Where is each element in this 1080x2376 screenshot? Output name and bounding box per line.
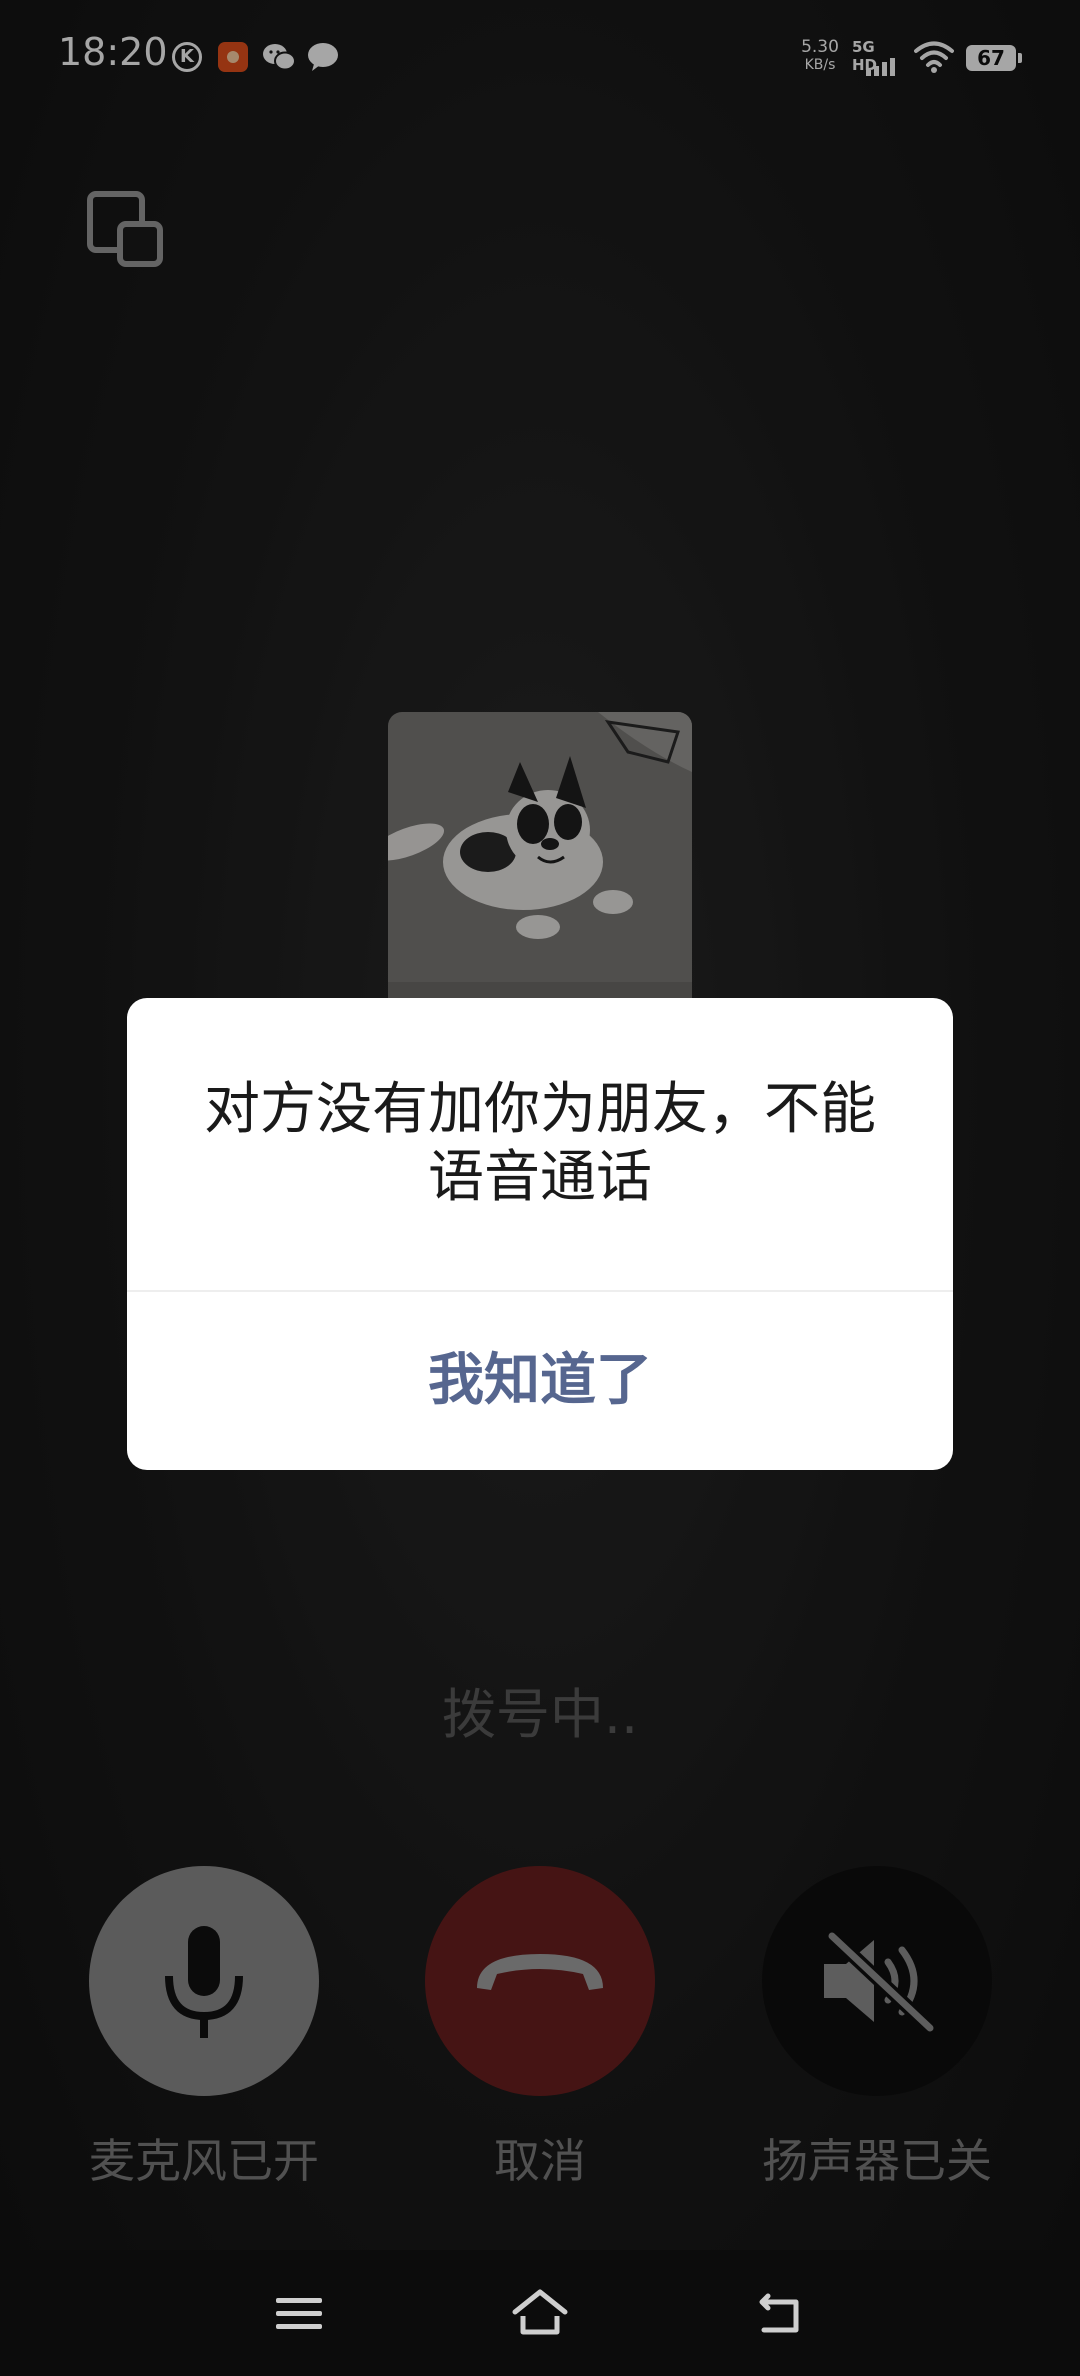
alert-dialog: 对方没有加你为朋友，不能语音通话 我知道了 [127, 998, 953, 1470]
home-icon[interactable] [507, 2280, 573, 2346]
recent-apps-icon[interactable] [266, 2280, 332, 2346]
voice-call-screen: 18:20 K 5.30 KB/s 5G HD 67 拨号中.. 麦克风已开 取… [0, 0, 1080, 2376]
navigation-bar [0, 2250, 1080, 2376]
dialog-message: 对方没有加你为朋友，不能语音通话 [204, 1077, 876, 1210]
back-icon[interactable] [748, 2280, 814, 2346]
dialog-confirm-button[interactable]: 我知道了 [127, 1292, 953, 1470]
